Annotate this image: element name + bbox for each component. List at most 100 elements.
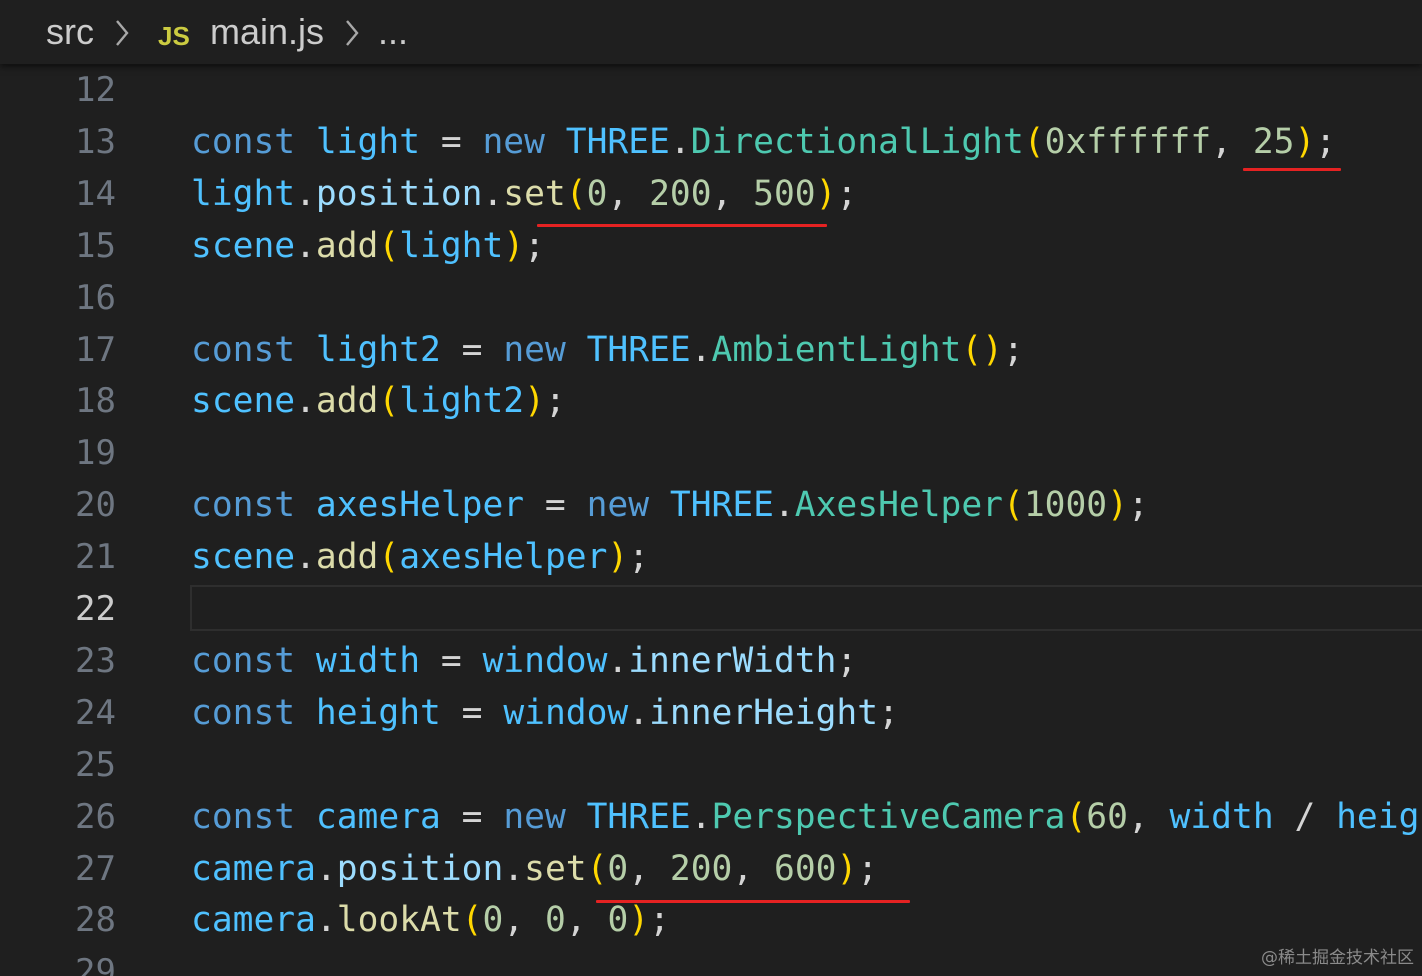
- code-token: .: [315, 848, 337, 889]
- line-number: 24: [75, 692, 116, 733]
- code-token: /: [1273, 796, 1337, 837]
- code-token: camera: [191, 900, 316, 941]
- code-line[interactable]: 20 const axesHelper = new THREE.AxesHelpe…: [0, 479, 1422, 531]
- line-number: 25: [75, 744, 116, 785]
- code-token: =: [440, 329, 504, 370]
- code-token: ): [1107, 485, 1128, 526]
- code-token: 200: [649, 173, 712, 214]
- code-line[interactable]: 16: [0, 272, 1422, 324]
- code-token: ,: [565, 900, 608, 941]
- code-text: scene.add(axesHelper);: [191, 531, 649, 583]
- code-token: .: [295, 225, 316, 266]
- line-number: 16: [75, 277, 116, 318]
- code-line[interactable]: 17 const light2 = new THREE.AmbientLight(…: [0, 324, 1422, 376]
- code-token: (: [461, 900, 483, 941]
- code-token: ;: [878, 692, 899, 733]
- code-text: const axesHelper = new THREE.AxesHelper(…: [191, 479, 1149, 531]
- code-token: ;: [524, 225, 545, 266]
- code-token: ,: [503, 900, 545, 941]
- code-token: set: [524, 848, 587, 889]
- code-line[interactable]: 23 const width = window.innerWidth;: [0, 635, 1422, 687]
- code-line[interactable]: 19: [0, 427, 1422, 479]
- line-number: 29: [75, 952, 116, 976]
- code-line[interactable]: 25: [0, 739, 1422, 791]
- code-token: 0: [544, 900, 566, 941]
- code-line[interactable]: 12: [0, 64, 1422, 116]
- code-line[interactable]: 27 camera.position.set(0, 200, 600);: [0, 843, 1422, 895]
- code-text: const light = new THREE.DirectionalLight…: [191, 116, 1336, 168]
- line-number: 14: [75, 173, 116, 214]
- code-text: scene.add(light2);: [191, 375, 566, 427]
- code-token: ;: [628, 537, 650, 578]
- code-token: new: [482, 121, 545, 162]
- code-token: const: [191, 796, 296, 837]
- code-token: .: [607, 640, 629, 681]
- code-token: ,: [607, 173, 650, 214]
- code-token: scene: [191, 537, 296, 578]
- code-token: .: [503, 848, 525, 889]
- code-line[interactable]: 21 scene.add(axesHelper);: [0, 531, 1422, 583]
- code-token: position: [336, 848, 504, 889]
- breadcrumb-more[interactable]: ...: [378, 12, 408, 52]
- code-line[interactable]: 22: [0, 583, 1422, 635]
- code-token: AxesHelper: [794, 485, 1003, 526]
- code-editor[interactable]: 12 13 const light = new THREE.DirectionalL…: [0, 64, 1422, 976]
- code-token: .: [690, 796, 712, 837]
- code-line[interactable]: 13 const light = new THREE.DirectionalLig…: [0, 116, 1422, 168]
- code-token: .: [295, 381, 316, 422]
- code-token: window: [503, 692, 629, 733]
- code-token: .: [690, 329, 712, 370]
- code-token: add: [315, 381, 379, 422]
- line-number: 13: [75, 121, 116, 162]
- code-token: .: [295, 537, 316, 578]
- code-token: axesHelper: [315, 485, 525, 526]
- code-token: ,: [628, 848, 670, 889]
- code-token: 200: [669, 848, 733, 889]
- code-token: .: [773, 485, 795, 526]
- code-token: new: [503, 329, 566, 370]
- line-number: 15: [75, 225, 116, 266]
- line-number: 20: [75, 485, 116, 526]
- code-token: new: [503, 796, 566, 837]
- line-number: 12: [75, 70, 116, 110]
- code-line[interactable]: 14 light.position.set(0, 200, 500);: [0, 168, 1422, 220]
- code-token: 0: [607, 900, 629, 941]
- code-token: 0: [482, 900, 504, 941]
- code-text: const height = window.innerHeight;: [191, 687, 899, 739]
- code-token: .: [628, 692, 650, 733]
- breadcrumb-folder[interactable]: src: [46, 12, 94, 52]
- code-token: ): [836, 848, 858, 889]
- code-token: =: [440, 692, 504, 733]
- code-text: camera.position.set(0, 200, 600);: [191, 843, 878, 895]
- code-token: ,: [1211, 121, 1253, 162]
- code-line[interactable]: 15 scene.add(light);: [0, 220, 1422, 272]
- code-token: =: [524, 485, 587, 526]
- code-token: .: [482, 173, 504, 214]
- code-line[interactable]: 18 scene.add(light2);: [0, 375, 1422, 427]
- chevron-right-icon: [344, 12, 360, 48]
- annotation-underline: [1243, 168, 1341, 171]
- code-line[interactable]: 24 const height = window.innerHeight;: [0, 687, 1422, 739]
- code-token: ,: [732, 848, 774, 889]
- code-token: (: [565, 173, 587, 214]
- code-token: ): [607, 537, 629, 578]
- code-line[interactable]: 26 const camera = new THREE.PerspectiveCa…: [0, 791, 1422, 843]
- code-token: position: [315, 173, 483, 214]
- code-token: ): [1294, 121, 1316, 162]
- code-line[interactable]: 29: [0, 946, 1422, 976]
- line-number: 27: [75, 848, 116, 889]
- breadcrumb-file[interactable]: main.js: [210, 12, 324, 52]
- code-token: add: [315, 537, 379, 578]
- code-token: new: [586, 485, 650, 526]
- code-token: light: [191, 173, 296, 214]
- line-number: 22: [75, 589, 116, 629]
- code-token: light: [399, 225, 504, 266]
- code-token: width: [1169, 796, 1274, 837]
- code-token: DirectionalLight: [690, 121, 1024, 162]
- code-token: (: [1023, 121, 1045, 162]
